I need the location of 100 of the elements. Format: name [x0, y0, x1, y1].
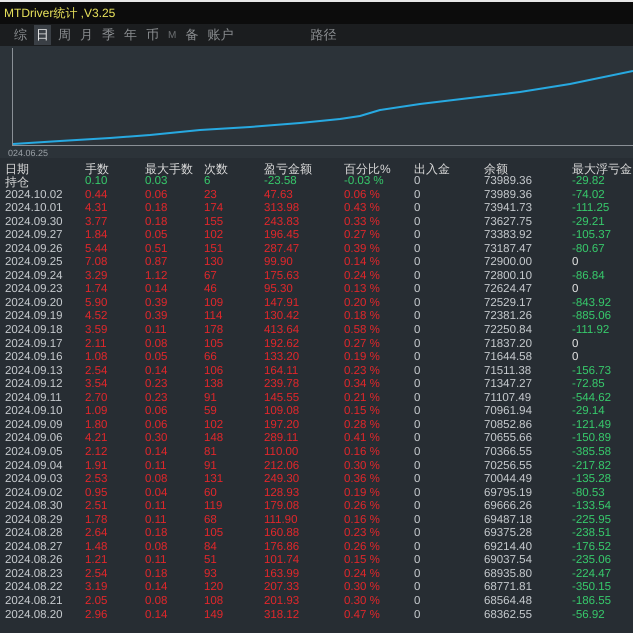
table-cell-text: 72624.47 [484, 284, 533, 296]
table-cell-text: 0.16 % [344, 514, 381, 526]
table-cell-text: 0.11 [145, 555, 168, 567]
table-cell-text: 71511.38 [484, 366, 532, 378]
date-cell-text: 2024.08.22 [5, 582, 64, 594]
table-cell-text: 0 [414, 311, 422, 323]
table-cell-text: -74.02 [572, 190, 606, 202]
date-cell-text: 2024.09.24 [5, 270, 64, 282]
table-cell-text: 0.11 [145, 514, 168, 526]
table-cell-text: 128.93 [264, 488, 300, 500]
table-cell-text: 68564.48 [484, 596, 533, 608]
table-cell-text: -121.49 [572, 420, 612, 432]
tab[interactable]: 币 [144, 25, 161, 45]
table-cell-text: 130 [204, 257, 224, 269]
table-cell-text: 1.08 [85, 352, 108, 364]
table-cell-text: 0.10 [85, 176, 108, 188]
table-cell-text: 23 [204, 190, 218, 202]
date-cell-text: 2024.08.26 [5, 555, 64, 567]
table-cell-text: 106 [204, 366, 224, 378]
table-cell-text: -186.55 [572, 596, 612, 608]
table-cell-text: 1.21 [85, 555, 108, 567]
tab[interactable]: 月 [78, 25, 95, 45]
table-cell-text: 289.11 [264, 433, 300, 445]
table-cell-text: 175.63 [264, 270, 300, 282]
table-cell-text: -111.25 [572, 203, 610, 215]
tab[interactable]: 周 [56, 25, 73, 45]
table-cell-text: 2.70 [85, 392, 108, 404]
table-cell-text: 155 [204, 216, 224, 228]
table-cell-text: 0.34 % [344, 379, 381, 391]
table-cell-text: 131 [204, 474, 224, 486]
table-cell-text: 95.30 [264, 284, 294, 296]
table-cell-text: 84 [204, 542, 218, 554]
table-cell-text: -80.67 [572, 244, 606, 256]
table-cell-text: 71644.58 [484, 352, 533, 364]
table-cell-text: 0 [414, 298, 422, 310]
table-cell-text: 174 [204, 203, 224, 215]
table-cell-text: 1.09 [85, 406, 108, 418]
tab[interactable]: 综 [12, 25, 29, 45]
table-cell-text: 138 [204, 379, 224, 391]
table-cell-text: 0.30 [145, 433, 168, 445]
table-cell-text: 114 [204, 311, 224, 323]
tab[interactable]: 备 [183, 25, 200, 45]
table-cell-text: 70655.66 [484, 433, 533, 445]
table-cell-text: 72800.10 [484, 270, 533, 282]
table-cell-text: -350.15 [572, 582, 612, 594]
table-cell-text: 0 [414, 542, 422, 554]
table-cell-text: 0.19 % [344, 352, 381, 364]
table-cell-text: 0.18 [145, 568, 168, 580]
date-cell-text: 2024.10.01 [5, 203, 64, 215]
table-cell-text: 1.78 [85, 514, 108, 526]
table-cell-text: 0.51 [145, 244, 168, 256]
column-header: 最大浮亏金 [572, 162, 633, 174]
table-cell-text: 0.14 [145, 366, 168, 378]
table-cell-text: 66 [204, 352, 218, 364]
table-cell-text: 68 [204, 514, 218, 526]
tab[interactable]: 年 [122, 25, 139, 45]
table-cell-text: 0 [414, 366, 422, 378]
table-cell-text: -56.92 [572, 610, 606, 622]
table-cell-text: 2.53 [85, 474, 108, 486]
table-cell-text: 73627.75 [484, 216, 533, 228]
table-cell-text: 0.05 [145, 230, 168, 242]
table-cell-text: -176.52 [572, 542, 612, 554]
table-cell-text: 0 [414, 555, 422, 567]
date-cell-text: 2024.09.27 [5, 230, 64, 242]
table-cell-text: 2.96 [85, 610, 108, 622]
table-cell-text: 0.08 [145, 596, 168, 608]
table-cell-text: 149 [204, 610, 224, 622]
table-cell-text: 0 [414, 610, 422, 622]
table-cell-text: 0.39 [145, 298, 168, 310]
table-cell-text: 0 [414, 257, 422, 269]
table-cell-text: 0.21 % [344, 392, 381, 404]
table-cell-text: 0.39 [145, 311, 168, 323]
table-cell-text: 81 [204, 446, 218, 458]
table-cell-text: 2.54 [85, 366, 108, 378]
tab[interactable]: 日 [34, 25, 51, 45]
table-cell-text: -80.53 [572, 488, 606, 500]
table-cell-text: 0.08 [145, 542, 168, 554]
table-cell-text: 2.51 [85, 501, 108, 513]
table-cell-text: 0 [414, 244, 422, 256]
table-cell-text: 70961.94 [484, 406, 533, 418]
tab[interactable]: 路径 [308, 25, 338, 45]
table-cell-text: 0.23 [145, 392, 168, 404]
table-cell-text: 1.12 [145, 270, 168, 282]
table-cell-text: 147.91 [264, 298, 300, 310]
tab[interactable]: M [166, 28, 178, 42]
table-cell-text: 1.80 [85, 420, 108, 432]
tab[interactable]: 账户 [205, 25, 236, 45]
date-cell-text: 2024.09.26 [5, 244, 64, 256]
table-cell-text: 0 [414, 379, 422, 391]
table-cell-text: 0.11 [145, 460, 168, 472]
table-cell-text: -238.51 [572, 528, 612, 540]
table-cell-text: 0.23 [145, 379, 168, 391]
table-cell-text: 212.06 [264, 460, 300, 472]
tab[interactable]: 季 [100, 25, 117, 45]
date-cell-text: 2024.09.20 [5, 298, 64, 310]
column-header: 最大手数 [145, 162, 194, 174]
table-cell-text: 0.43 % [344, 203, 381, 215]
table-cell-text: -843.92 [572, 298, 612, 310]
table-cell-text: 196.45 [264, 230, 300, 242]
table-cell-text: 69487.18 [484, 514, 533, 526]
